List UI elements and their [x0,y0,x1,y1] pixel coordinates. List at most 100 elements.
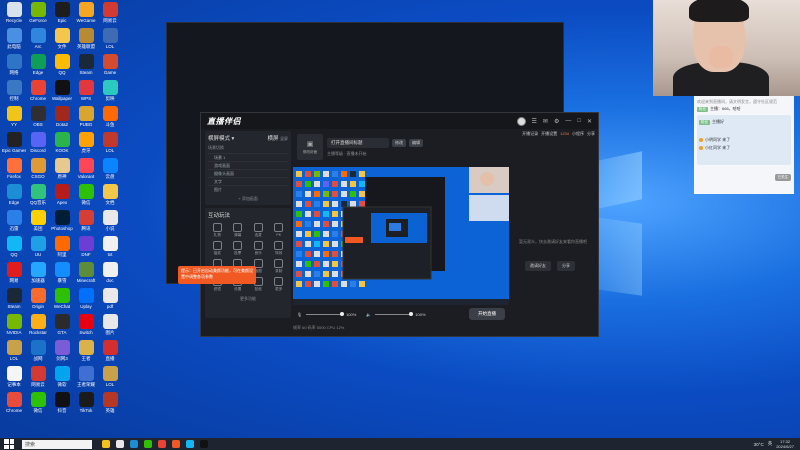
desktop-icon[interactable]: OBS [26,106,50,132]
desktop-icon[interactable]: 剑网3 [50,340,74,366]
desktop-icon[interactable]: 英雄 [98,392,122,418]
tab-portrait[interactable]: 竖屏 [280,136,288,141]
desktop-icon[interactable]: QQ音乐 [26,184,50,210]
weather-text[interactable]: 30°C [754,442,764,447]
desktop-icon[interactable]: Edge [26,54,50,80]
menu-icon[interactable]: ☰ [532,118,537,125]
cover-upload[interactable]: ▣ 修改封面 [297,134,323,160]
desktop-icon[interactable]: 网易云 [26,366,50,392]
desktop-icon[interactable]: GTA [50,314,74,340]
input-method[interactable]: 英 [768,441,773,447]
add-scene-button[interactable]: + 添加画面 [208,196,288,202]
desktop-icon[interactable]: GeForce [26,2,50,28]
desktop-icon[interactable]: 小说 [98,210,122,236]
desktop-icon[interactable]: 英雄联盟 [74,28,98,54]
desktop-icon[interactable]: Dota2 [50,106,74,132]
desktop-icon[interactable]: Chrome [2,392,26,418]
desktop-icon[interactable]: Minecraft [74,262,98,288]
desktop-icon[interactable]: TikTok [74,392,98,418]
scene-item[interactable]: 场景 1 [208,153,288,161]
mode-dropdown[interactable]: 横屏模式 ▾ [208,134,234,142]
desktop-icon[interactable]: 记事本 [2,366,26,392]
desktop-icon[interactable]: KOOK [50,132,74,158]
taskbar-app-icon[interactable] [102,440,110,448]
desktop-icon[interactable]: Chrome [26,80,50,106]
stream-preview[interactable] [293,167,509,305]
tool-button[interactable]: 弹幕 [229,223,248,238]
tool-button[interactable]: 录制 [270,259,289,274]
desktop-icon[interactable]: Apex [50,184,74,210]
desktop-icon[interactable]: Rockstar [26,314,50,340]
taskbar-app-icon[interactable] [144,440,152,448]
scene-item[interactable]: 文字 [208,177,288,185]
miniapp-link[interactable]: 小程序 [572,131,584,137]
desktop-icon[interactable]: 战网 [26,340,50,366]
taskbar-app-icon[interactable] [116,440,124,448]
desktop-icon[interactable]: PUBG [74,106,98,132]
desktop-icon[interactable]: 原神 [50,158,74,184]
user-avatar[interactable] [516,116,526,126]
desktop-icon[interactable]: 网易 [2,262,26,288]
desktop-icon[interactable]: 文档 [98,184,122,210]
desktop-icon[interactable]: WPS [74,80,98,106]
desktop-icon[interactable]: 虎牙 [74,132,98,158]
desktop-icon[interactable]: Game [98,54,122,80]
desktop-icon[interactable]: Steam [2,288,26,314]
desktop-icon[interactable]: doc [98,262,122,288]
desktop-icon[interactable]: YY [2,106,26,132]
tool-button[interactable]: 更多 [270,277,289,292]
share-link[interactable]: 分享 [587,131,595,137]
gear-icon[interactable]: ⚙ [554,118,559,125]
tool-button[interactable]: 礼物 [208,223,227,238]
desktop-icon[interactable]: CSGO [26,158,50,184]
start-live-button[interactable]: 开始直播 [469,308,505,320]
taskbar-app-icon[interactable] [158,440,166,448]
desktop-icon[interactable]: WeChat [50,288,74,314]
desktop-icon[interactable]: 王者荣耀 [74,366,98,392]
live-record-link[interactable]: 开播记录 [522,131,538,137]
tool-button[interactable]: 特效 [270,241,289,256]
mic-volume-slider[interactable] [306,311,345,316]
share-button[interactable]: 分享 [557,261,575,271]
scene-item[interactable]: 游戏画面 [208,161,288,169]
desktop-icon[interactable]: 网易云 [98,2,122,28]
desktop-icon[interactable]: DNF [74,236,98,262]
taskbar-app-icon[interactable] [130,440,138,448]
desktop-icon[interactable]: Steam [74,54,98,80]
desktop-icon[interactable]: LOL [98,132,122,158]
maximize-icon[interactable]: □ [577,118,581,124]
taskbar-search[interactable]: 搜索 [22,439,92,449]
desktop-icon[interactable]: 直播 [98,340,122,366]
desktop-icon[interactable]: QQ [2,236,26,262]
desktop-icon[interactable]: 抖音 [50,392,74,418]
scene-item[interactable]: 摄像头画面 [208,169,288,177]
desktop-icon[interactable]: 图片 [98,314,122,340]
desktop-icon[interactable]: Valorant [74,158,98,184]
tool-button[interactable]: 连麦 [249,223,268,238]
desktop-icon[interactable]: 微信 [74,184,98,210]
stream-title-field[interactable]: 打开直播间标题 [327,137,389,148]
desktop-icon[interactable]: 迅雷 [2,210,26,236]
desktop-icon[interactable]: WeGame [74,2,98,28]
desktop-icon[interactable]: Photoshop [50,210,74,236]
taskbar-app-icon[interactable] [172,440,180,448]
desktop-icon[interactable]: 微信 [26,392,50,418]
desktop-icon[interactable]: LOL [2,340,26,366]
speaker-volume-slider[interactable] [375,311,414,316]
tool-button[interactable]: 抽奖 [208,241,227,256]
desktop-icon[interactable]: Switch [74,314,98,340]
desktop-icon[interactable]: LOL [98,366,122,392]
desktop-icon[interactable]: 云盘 [98,158,122,184]
more-tools-button[interactable]: 更多功能 [208,296,288,302]
tool-button[interactable]: 投票 [229,241,248,256]
tool-button[interactable]: 音乐 [249,241,268,256]
desktop-icon[interactable]: Uplay [74,288,98,314]
desktop-icon[interactable]: 斗鱼 [98,106,122,132]
tool-button[interactable]: PK [270,223,289,238]
desktop-icon[interactable]: 文件 [50,28,74,54]
clock[interactable]: 17:32 2024/6/27 [776,439,794,449]
mic-icon[interactable]: 🎙 [297,312,302,317]
close-icon[interactable]: ✕ [587,118,592,125]
streaming-app-window[interactable]: 直播伴侣 ☰ ✉ ⚙ — □ ✕ 横屏模式 ▾ 横屏 竖屏 场景切换 场景 1 … [200,112,599,337]
beauty-tip-popup[interactable]: 提示：已开启自动美颜功能，可在美颜设置中调整各项参数 [178,266,256,284]
